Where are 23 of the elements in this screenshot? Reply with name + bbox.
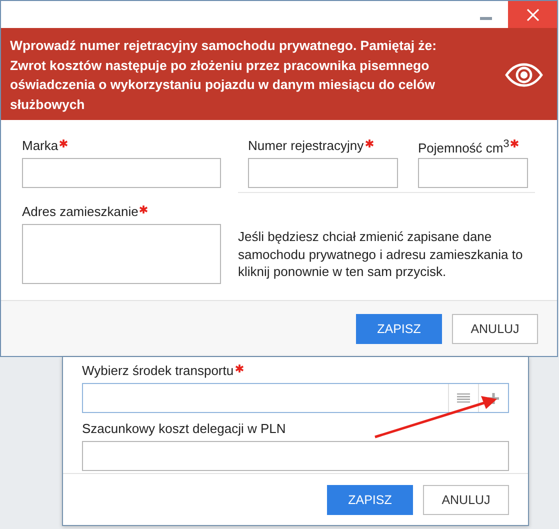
field-label: Adres zamieszkanie (22, 204, 138, 219)
info-text: Jeśli będziesz chciał zmienić zapisane dane samochodu prywatnego i adresu zamieszkania to kliknij ponownie w ten sam przycisk. (238, 228, 524, 281)
cancel-button[interactable]: ANULUJ (452, 314, 538, 344)
field-label: Pojemność cm$^{3}$ (418, 138, 510, 156)
combo-field[interactable] (82, 383, 509, 413)
close-icon (526, 8, 538, 20)
input-field[interactable] (418, 158, 528, 188)
plus-icon (488, 392, 499, 404)
eye-icon[interactable] (505, 63, 543, 87)
input-field[interactable] (82, 441, 509, 471)
save-button[interactable]: ZAPISZ (327, 484, 413, 514)
field-label: Szacunkowy koszt delegacji w PLN (82, 421, 286, 436)
close-button[interactable] (508, 1, 557, 28)
input-field[interactable] (22, 158, 221, 188)
warning-text: Wprowadź numer rejetracyjny samochodu prywatnego. Pamiętaj że: Zwrot kosztów następuje po złożeniu przez pracownika pisemnego oświadczenia o wykorzystaniu pojazdu w danym miesiącu do celów służbowych (10, 37, 438, 114)
field-label: Marka (22, 138, 58, 153)
field-label: Numer rejestracyjny (248, 138, 364, 153)
list-icon (457, 393, 470, 403)
save-button[interactable]: ZAPISZ (356, 314, 442, 344)
input-field[interactable] (22, 224, 221, 284)
cancel-button[interactable]: ANULUJ (423, 484, 509, 514)
field-label: Wybierz środek transportu (82, 363, 234, 378)
input-field[interactable] (248, 158, 398, 188)
